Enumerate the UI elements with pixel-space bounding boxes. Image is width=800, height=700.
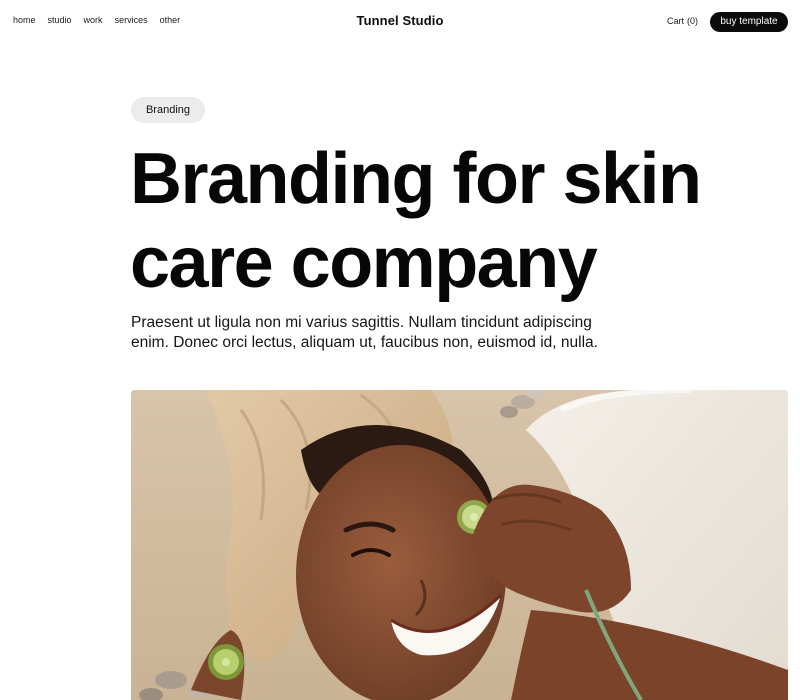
page-title: Branding for skin care company bbox=[130, 137, 750, 305]
cart-label: Cart bbox=[667, 16, 685, 26]
hero-image bbox=[131, 390, 788, 700]
cart-link[interactable]: Cart (0) bbox=[667, 16, 698, 26]
buy-template-button[interactable]: buy template bbox=[710, 12, 788, 32]
page-title-line-2: care company bbox=[130, 223, 598, 303]
brand-logo[interactable]: Tunnel Studio bbox=[357, 13, 444, 28]
project-description: Praesent ut ligula non mi varius sagitti… bbox=[131, 314, 598, 351]
page-title-line-1: Branding for skin bbox=[130, 139, 702, 219]
category-tag: Branding bbox=[131, 97, 205, 123]
cart-count: (0) bbox=[687, 16, 699, 26]
top-bar: home studio work services other Tunnel S… bbox=[0, 0, 800, 44]
hero-photo-illustration bbox=[131, 390, 788, 700]
